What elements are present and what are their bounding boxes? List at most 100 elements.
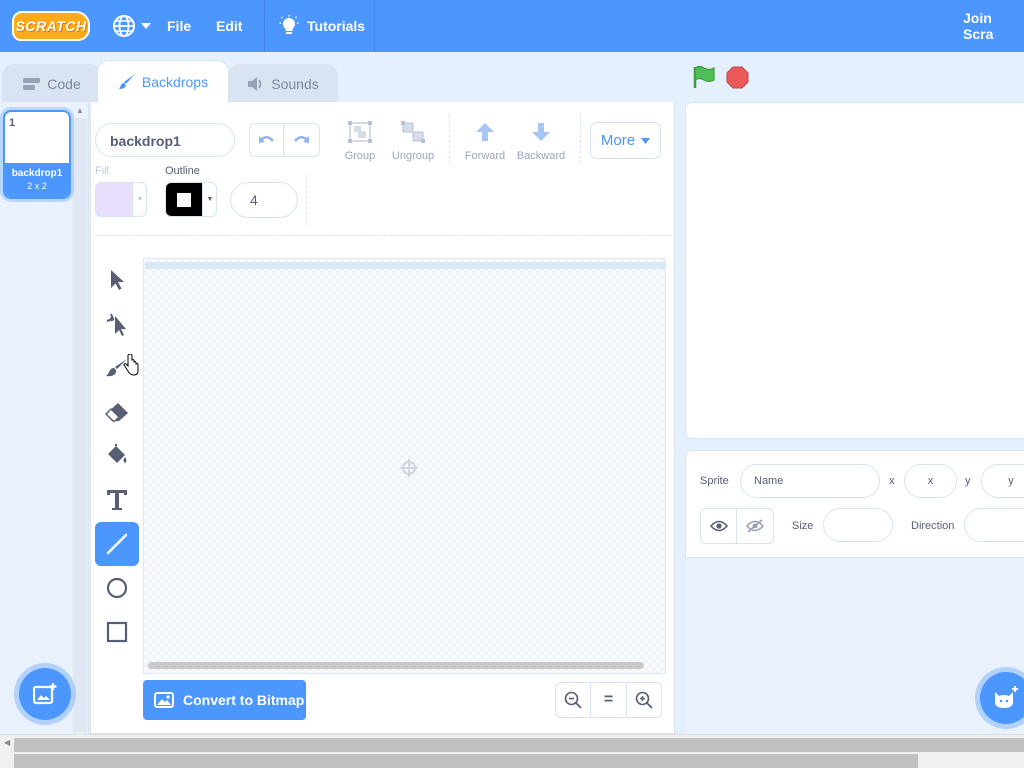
backdrop-thumbnail[interactable]: 1 backdrop1 2 x 2	[3, 110, 71, 199]
green-flag-icon[interactable]	[692, 65, 716, 89]
zoom-reset-button[interactable]: =	[591, 683, 627, 717]
text-tool[interactable]	[95, 478, 139, 522]
backdrop-thumbnail-name: backdrop1	[11, 168, 63, 179]
tab-sounds[interactable]: Sounds	[228, 64, 338, 102]
brush-tool[interactable]	[95, 346, 139, 390]
redo-button[interactable]	[284, 124, 318, 156]
zoom-out-button[interactable]	[556, 683, 592, 717]
eraser-tool[interactable]	[95, 390, 139, 434]
zoom-controls: =	[555, 682, 662, 718]
rectangle-tool[interactable]	[95, 610, 139, 654]
arrow-cursor-icon	[111, 270, 124, 290]
size-input[interactable]	[823, 508, 893, 542]
fill-swatch	[96, 183, 132, 216]
undo-button[interactable]	[250, 124, 284, 156]
direction-input[interactable]	[964, 508, 1024, 542]
text-t-icon	[107, 490, 127, 510]
backdrop-thumbnail-size: 2 x 2	[27, 181, 47, 191]
window-horizontal-scrollbar[interactable]: ◀	[0, 734, 1024, 768]
ungroup-button[interactable]: Ungroup	[385, 120, 441, 162]
backdrop-number: 1	[9, 117, 16, 129]
scroll-up-arrow-icon[interactable]: ▲	[76, 106, 86, 116]
fill-color-picker[interactable]: ▼	[95, 182, 147, 217]
line-icon	[106, 533, 128, 555]
tab-code-label: Code	[47, 75, 81, 92]
undo-icon	[258, 136, 274, 143]
group-label: Group	[344, 150, 376, 162]
menu-divider	[264, 0, 265, 52]
more-button[interactable]: More	[590, 122, 661, 159]
sprite-list-pane	[685, 558, 1024, 734]
zoom-out-icon	[564, 691, 582, 709]
backdrop-list-scrollbar[interactable]	[73, 118, 87, 732]
arrow-down-icon	[532, 123, 550, 141]
tab-sounds-label: Sounds	[271, 75, 319, 92]
lightbulb-icon	[279, 15, 299, 34]
scrollbar-thumb[interactable]	[14, 754, 918, 768]
group-icon	[348, 121, 372, 143]
toolbar-divider	[306, 175, 307, 225]
x-input[interactable]: x	[904, 464, 957, 498]
outline-width-input[interactable]: 4	[230, 182, 298, 218]
more-label: More	[600, 132, 636, 149]
zoom-reset-label: =	[603, 691, 614, 708]
scrollbar-thumb[interactable]	[14, 738, 1024, 752]
code-blocks-icon	[23, 77, 41, 90]
backward-button[interactable]: Backward	[513, 120, 569, 162]
line-tool[interactable]	[95, 522, 139, 566]
rectangle-icon	[106, 621, 128, 643]
join-scratch-link[interactable]: Join Scra	[963, 0, 1024, 52]
forward-button[interactable]: Forward	[457, 120, 513, 162]
globe-icon	[113, 15, 135, 37]
outline-label: Outline	[165, 165, 200, 177]
toolbar-divider	[449, 114, 450, 164]
y-input[interactable]: y	[981, 464, 1024, 498]
fill-tool[interactable]	[95, 434, 139, 478]
fill-label: Fill	[95, 165, 110, 177]
language-menu[interactable]	[112, 0, 151, 52]
caret-down-icon: ▼	[132, 183, 147, 216]
choose-sprite-button[interactable]	[980, 672, 1024, 724]
canvas-top-border	[145, 262, 665, 269]
caret-down-icon	[641, 137, 651, 144]
tab-backdrops[interactable]: Backdrops	[97, 60, 229, 103]
stage-canvas[interactable]	[685, 102, 1024, 439]
toolbar-divider	[580, 114, 581, 164]
image-icon	[154, 692, 174, 708]
zoom-in-button[interactable]	[627, 683, 661, 717]
reshape-tool[interactable]	[95, 302, 139, 346]
convert-to-bitmap-button[interactable]: Convert to Bitmap	[143, 680, 306, 720]
y-label: y	[965, 475, 971, 487]
choose-backdrop-button[interactable]	[19, 668, 71, 720]
outline-color-picker[interactable]: ▼	[165, 182, 217, 217]
costume-name-input[interactable]: backdrop1	[95, 123, 235, 157]
eye-slash-icon	[746, 519, 764, 533]
redo-icon	[294, 136, 309, 143]
group-button[interactable]: Group	[332, 120, 388, 162]
stop-sign-icon[interactable]	[726, 66, 749, 89]
tutorials-button[interactable]: Tutorials	[279, 0, 365, 52]
scroll-left-arrow-icon[interactable]: ◀	[4, 738, 10, 747]
canvas-horizontal-scrollbar[interactable]	[148, 662, 644, 669]
tab-code[interactable]: Code	[2, 64, 102, 102]
circle-icon	[106, 577, 128, 599]
toolbar-separator	[95, 235, 671, 236]
menu-divider	[374, 0, 375, 52]
scratch-logo[interactable]: SCRATCH	[12, 11, 90, 41]
crosshair-center-icon	[400, 459, 418, 477]
paintbrush-icon	[118, 74, 135, 89]
circle-tool[interactable]	[95, 566, 139, 610]
hide-button[interactable]	[737, 509, 773, 543]
file-menu[interactable]: File	[167, 0, 191, 52]
edit-menu[interactable]: Edit	[216, 0, 242, 52]
backward-label: Backward	[516, 150, 566, 162]
caret-down-icon: ▼	[202, 183, 217, 216]
outline-swatch	[166, 183, 202, 216]
show-button[interactable]	[701, 509, 737, 543]
ungroup-label: Ungroup	[391, 150, 435, 162]
sprite-name-input[interactable]: Name	[740, 464, 880, 498]
select-tool[interactable]	[95, 258, 139, 302]
size-label: Size	[792, 520, 814, 532]
tutorials-label: Tutorials	[307, 18, 366, 34]
sprite-label: Sprite	[700, 475, 729, 487]
